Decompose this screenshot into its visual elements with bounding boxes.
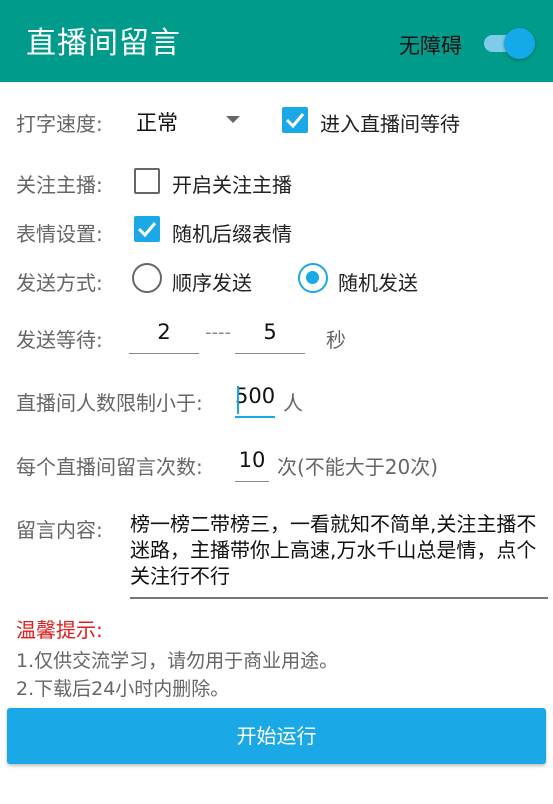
app-bar: 直播间留言 无障碍 <box>0 0 553 82</box>
comment-count-input[interactable]: 10 <box>235 448 269 482</box>
check-icon <box>137 222 157 238</box>
radio-sequential-label: 顺序发送 <box>172 271 252 295</box>
range-separator: ---- <box>205 322 231 343</box>
check-icon <box>285 113 305 129</box>
send-wait-max-input[interactable]: 5 <box>235 320 305 354</box>
typing-speed-value: 正常 <box>136 111 178 135</box>
follow-label: 关注主播: <box>16 173 103 197</box>
typing-speed-label: 打字速度: <box>16 112 103 136</box>
text-caret <box>237 386 239 414</box>
tip-item: 2.下载后24小时内删除。 <box>16 678 230 700</box>
comment-count-unit: 次(不能大于20次) <box>277 455 439 479</box>
send-mode-label: 发送方式: <box>16 271 103 295</box>
room-limit-label: 直播间人数限制小于: <box>16 391 203 415</box>
enter-wait-checkbox[interactable] <box>282 107 308 133</box>
seconds-unit: 秒 <box>326 328 346 352</box>
radio-dot <box>306 271 319 284</box>
tip-item: 1.仅供交流学习，请勿用于商业用途。 <box>16 650 339 672</box>
dropdown-arrow-icon <box>226 116 240 123</box>
message-underline <box>130 597 548 599</box>
message-input[interactable]: 榜一榜二带榜三，一看就知不简单,关注主播不迷路，主播带你上高速,万水千山总是情，… <box>130 511 548 589</box>
radio-sequential[interactable] <box>132 263 162 293</box>
radio-random-label: 随机发送 <box>338 271 418 295</box>
toggle-thumb <box>504 28 535 59</box>
page-title: 直播间留言 <box>26 26 181 61</box>
room-limit-input[interactable]: 500 <box>235 384 275 418</box>
follow-checkbox[interactable] <box>134 168 160 194</box>
radio-random[interactable] <box>298 263 328 293</box>
comment-count-label: 每个直播间留言次数: <box>16 455 203 479</box>
emoji-checkbox[interactable] <box>134 216 160 242</box>
room-limit-unit: 人 <box>283 391 303 415</box>
tips-title: 温馨提示: <box>16 618 103 642</box>
start-button[interactable]: 开始运行 <box>7 708 546 764</box>
emoji-option-label: 随机后缀表情 <box>172 222 292 246</box>
accessibility-toggle[interactable] <box>482 28 536 59</box>
emoji-label: 表情设置: <box>16 222 103 246</box>
content-label: 留言内容: <box>16 518 103 542</box>
send-wait-min-input[interactable]: 2 <box>129 320 199 354</box>
follow-option-label: 开启关注主播 <box>172 173 292 197</box>
send-wait-label: 发送等待: <box>16 328 103 352</box>
accessibility-label: 无障碍 <box>399 34 462 58</box>
enter-wait-label: 进入直播间等待 <box>320 112 460 136</box>
